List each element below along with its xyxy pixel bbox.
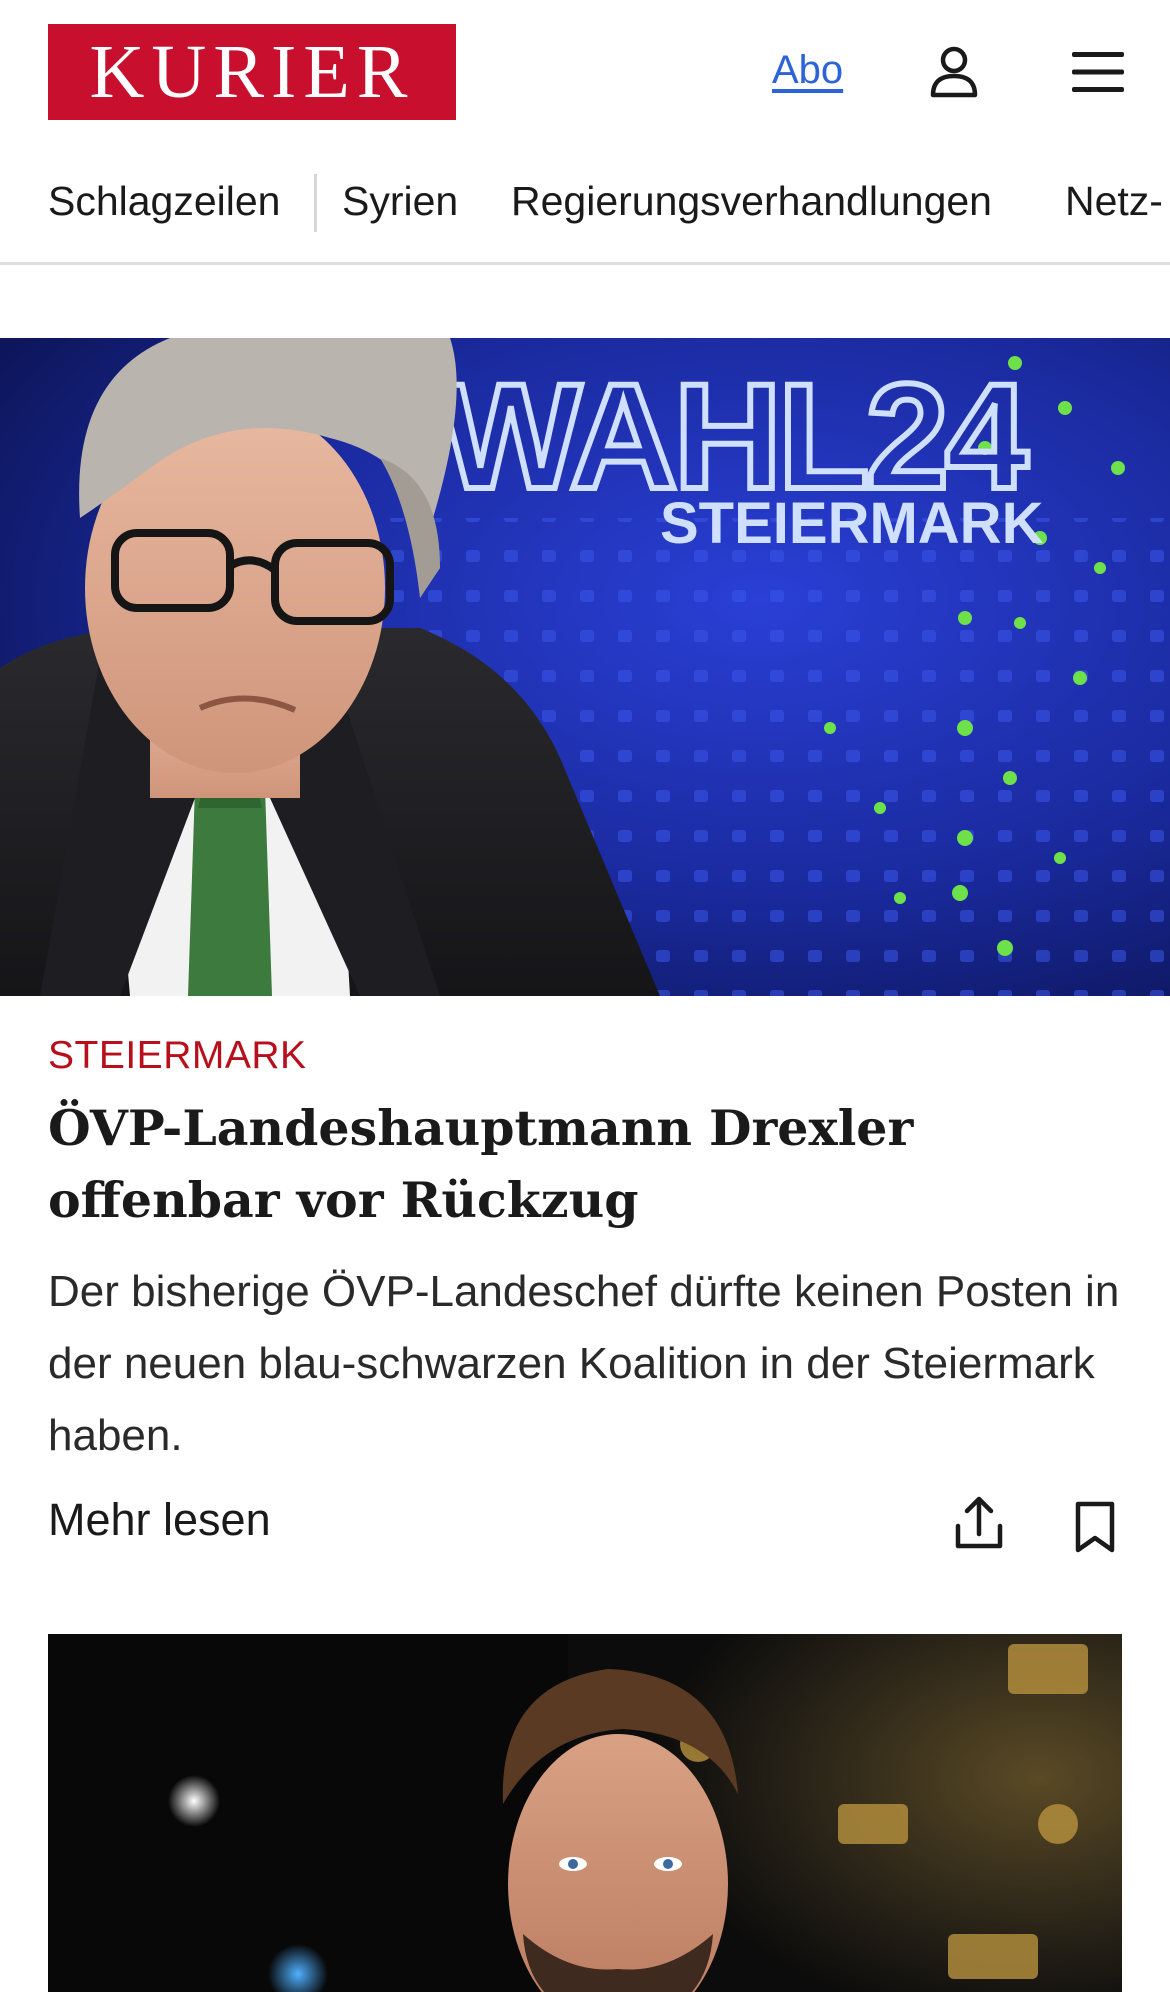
- kurier-logo[interactable]: KURIER: [48, 24, 456, 120]
- abo-link[interactable]: Abo: [772, 48, 843, 93]
- read-more-link[interactable]: Mehr lesen: [48, 1494, 271, 1546]
- hero-photo: WAHL24 STEIERMARK: [0, 338, 1170, 996]
- nav-divider: [314, 174, 317, 232]
- article-category[interactable]: STEIERMARK: [48, 1034, 307, 1078]
- category-nav: Schlagzeilen Syrien Regierungsverhandlun…: [0, 158, 1170, 265]
- second-article-image[interactable]: [48, 1634, 1122, 1992]
- second-article-photo: [48, 1634, 1122, 1992]
- share-icon[interactable]: [954, 1496, 1004, 1550]
- nav-item-netz[interactable]: Netz-: [1065, 178, 1163, 225]
- nav-item-syrien[interactable]: Syrien: [342, 178, 458, 225]
- site-header: KURIER Abo: [0, 0, 1170, 146]
- hero-image[interactable]: WAHL24 STEIERMARK: [0, 338, 1170, 996]
- nav-item-regierungsverhandlungen[interactable]: Regierungsverhandlungen: [511, 178, 992, 225]
- article-headline[interactable]: ÖVP-Landeshauptmann Drexler offenbar vor…: [48, 1092, 1128, 1236]
- bookmark-icon[interactable]: [1072, 1500, 1118, 1554]
- backdrop-steiermark-text: STEIERMARK: [660, 491, 1044, 556]
- user-icon[interactable]: [930, 46, 978, 98]
- nav-item-schlagzeilen[interactable]: Schlagzeilen: [48, 178, 281, 225]
- hamburger-menu-icon[interactable]: [1072, 50, 1124, 94]
- article-teaser: Der bisherige ÖVP-Landeschef dürfte kein…: [48, 1267, 1120, 1460]
